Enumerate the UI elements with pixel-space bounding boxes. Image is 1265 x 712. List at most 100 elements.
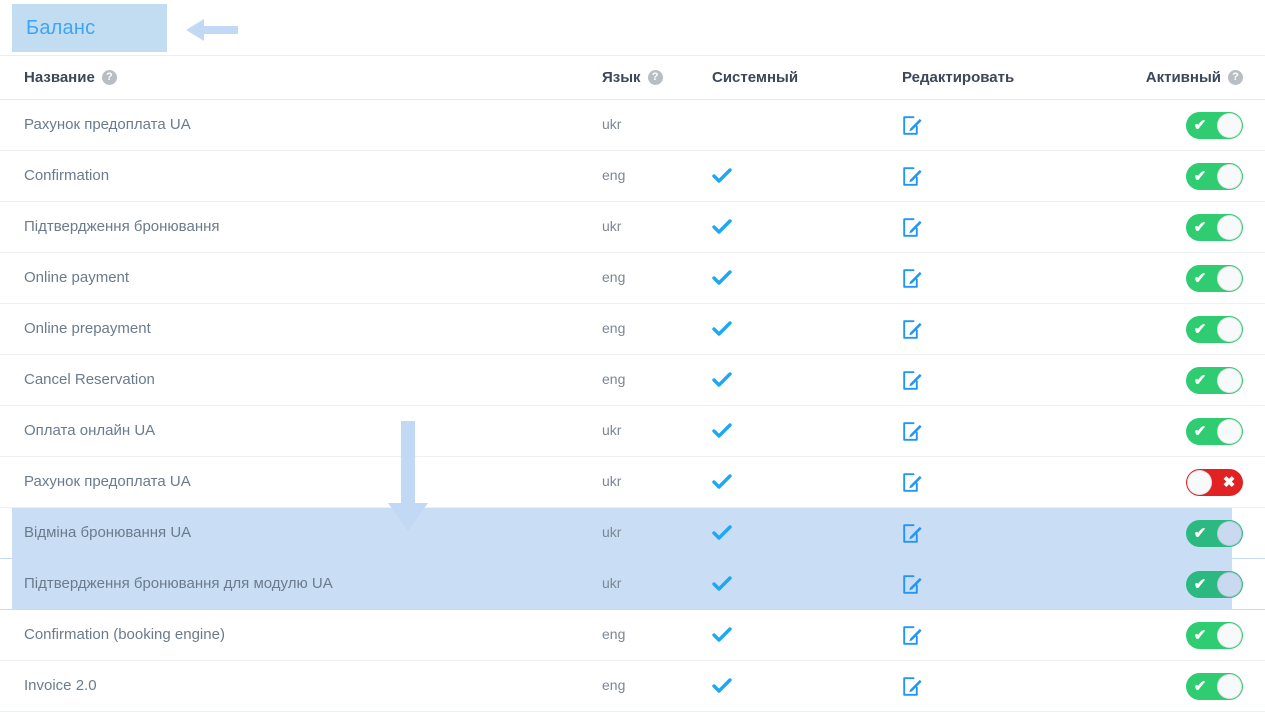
edit-pencil-icon[interactable]	[902, 166, 923, 187]
toggle-knob	[1217, 418, 1242, 444]
row-name-label: Оплата онлайн UA	[24, 422, 156, 439]
table-row[interactable]: Рахунок предоплата UA ukr ✔	[0, 100, 1265, 151]
row-system-cell	[712, 525, 902, 541]
row-language-label: eng	[602, 269, 626, 285]
table-row[interactable]: Online payment eng ✔	[0, 253, 1265, 304]
edit-pencil-icon[interactable]	[902, 217, 923, 238]
toggle-check-icon: ✔	[1193, 320, 1207, 338]
active-toggle[interactable]: ✔	[1186, 264, 1243, 292]
row-name-label: Cancel Reservation	[24, 371, 155, 388]
toggle-check-icon: ✔	[1193, 371, 1207, 389]
row-language-label: eng	[602, 320, 626, 336]
row-language-label: eng	[602, 626, 626, 642]
row-edit-cell[interactable]	[902, 625, 1147, 646]
tab-balance-label: Баланс	[26, 16, 96, 39]
active-toggle[interactable]: ✔	[1186, 315, 1243, 343]
row-name-label: Invoice 2.0	[24, 677, 97, 694]
toggle-check-icon: ✔	[1193, 167, 1207, 185]
check-icon	[712, 474, 732, 489]
edit-pencil-icon[interactable]	[902, 574, 923, 595]
row-edit-cell[interactable]	[902, 676, 1147, 697]
table-row[interactable]: Рахунок предоплата UA ukr ✖	[0, 457, 1265, 508]
table-row[interactable]: Online prepayment eng ✔	[0, 304, 1265, 355]
table-row[interactable]: Confirmation eng ✔	[0, 151, 1265, 202]
table-row[interactable]: Cancel Reservation eng ✔	[0, 355, 1265, 406]
edit-pencil-icon[interactable]	[902, 472, 923, 493]
row-edit-cell[interactable]	[902, 421, 1147, 442]
check-icon	[712, 525, 732, 540]
active-toggle[interactable]: ✔	[1186, 213, 1243, 241]
toggle-knob	[1217, 520, 1242, 546]
row-edit-cell[interactable]	[902, 574, 1147, 595]
row-name-label: Рахунок предоплата UA	[24, 473, 191, 490]
table-row[interactable]: Відміна бронювання UA ukr ✔	[0, 508, 1265, 559]
row-edit-cell[interactable]	[902, 472, 1147, 493]
active-toggle[interactable]: ✔	[1186, 366, 1243, 394]
table-row[interactable]: Оплата онлайн UA ukr ✔	[0, 406, 1265, 457]
active-toggle[interactable]: ✔	[1186, 672, 1243, 700]
column-header-language-label: Язык	[602, 68, 641, 86]
row-active-cell: ✔	[1147, 315, 1243, 343]
row-edit-cell[interactable]	[902, 268, 1147, 289]
row-edit-cell[interactable]	[902, 217, 1147, 238]
row-edit-cell[interactable]	[902, 523, 1147, 544]
edit-pencil-icon[interactable]	[902, 625, 923, 646]
edit-pencil-icon[interactable]	[902, 370, 923, 391]
row-system-cell	[712, 627, 902, 643]
table-row[interactable]: Підтвердження бронювання ukr ✔	[0, 202, 1265, 253]
edit-pencil-icon[interactable]	[902, 421, 923, 442]
column-header-language[interactable]: Язык ?	[602, 69, 712, 87]
table-row[interactable]: Confirmation (booking engine) eng ✔	[0, 610, 1265, 661]
edit-pencil-icon[interactable]	[902, 676, 923, 697]
row-name-cell: Cancel Reservation	[12, 371, 602, 389]
column-header-name[interactable]: Название ?	[12, 69, 602, 87]
active-toggle[interactable]: ✔	[1186, 570, 1243, 598]
help-circle-icon[interactable]: ?	[647, 69, 663, 85]
toggle-check-icon: ✔	[1193, 269, 1207, 287]
column-header-active[interactable]: Активный ?	[1146, 69, 1243, 86]
active-toggle[interactable]: ✔	[1186, 621, 1243, 649]
row-system-cell	[712, 576, 902, 592]
row-language-cell: eng	[602, 269, 712, 287]
help-circle-icon[interactable]: ?	[1228, 70, 1243, 85]
help-circle-icon[interactable]: ?	[101, 69, 117, 85]
edit-pencil-icon[interactable]	[902, 268, 923, 289]
edit-pencil-icon[interactable]	[902, 523, 923, 544]
check-icon	[712, 168, 732, 183]
column-header-name-label: Название	[24, 68, 95, 86]
row-edit-cell[interactable]	[902, 115, 1147, 136]
column-header-system[interactable]: Системный	[712, 69, 902, 87]
toggle-knob	[1217, 571, 1242, 597]
active-toggle[interactable]: ✔	[1186, 111, 1243, 139]
toggle-knob	[1217, 214, 1242, 240]
edit-pencil-icon[interactable]	[902, 319, 923, 340]
row-edit-cell[interactable]	[902, 166, 1147, 187]
row-language-cell: eng	[602, 371, 712, 389]
toggle-knob	[1187, 469, 1212, 495]
row-active-cell: ✔	[1147, 621, 1243, 649]
column-header-edit[interactable]: Редактировать	[902, 69, 1147, 87]
row-name-label: Online payment	[24, 269, 130, 286]
row-active-cell: ✔	[1147, 672, 1243, 700]
edit-pencil-icon[interactable]	[902, 115, 923, 136]
table-row[interactable]: Invoice 2.0 eng ✔	[0, 661, 1265, 712]
table-row[interactable]: Підтвердження бронювання для модулю UA uk…	[0, 559, 1265, 610]
active-toggle[interactable]: ✔	[1186, 519, 1243, 547]
row-system-cell	[712, 321, 902, 337]
row-name-cell: Invoice 2.0	[12, 677, 602, 695]
tab-balance[interactable]: Баланс	[12, 4, 167, 52]
row-system-cell	[712, 270, 902, 286]
row-name-cell: Підтвердження бронювання	[12, 218, 602, 236]
row-edit-cell[interactable]	[902, 370, 1147, 391]
toggle-cross-icon: ✖	[1222, 473, 1236, 491]
row-name-cell: Confirmation	[12, 167, 602, 185]
row-system-cell	[712, 474, 902, 490]
tab-bar: Баланс	[0, 0, 1265, 56]
active-toggle[interactable]: ✔	[1186, 162, 1243, 190]
row-language-label: ukr	[602, 524, 622, 540]
row-name-label: Відміна бронювання UA	[24, 524, 192, 541]
row-active-cell: ✔	[1147, 162, 1243, 190]
row-edit-cell[interactable]	[902, 319, 1147, 340]
active-toggle[interactable]: ✔	[1186, 417, 1243, 445]
active-toggle[interactable]: ✖	[1186, 468, 1243, 496]
